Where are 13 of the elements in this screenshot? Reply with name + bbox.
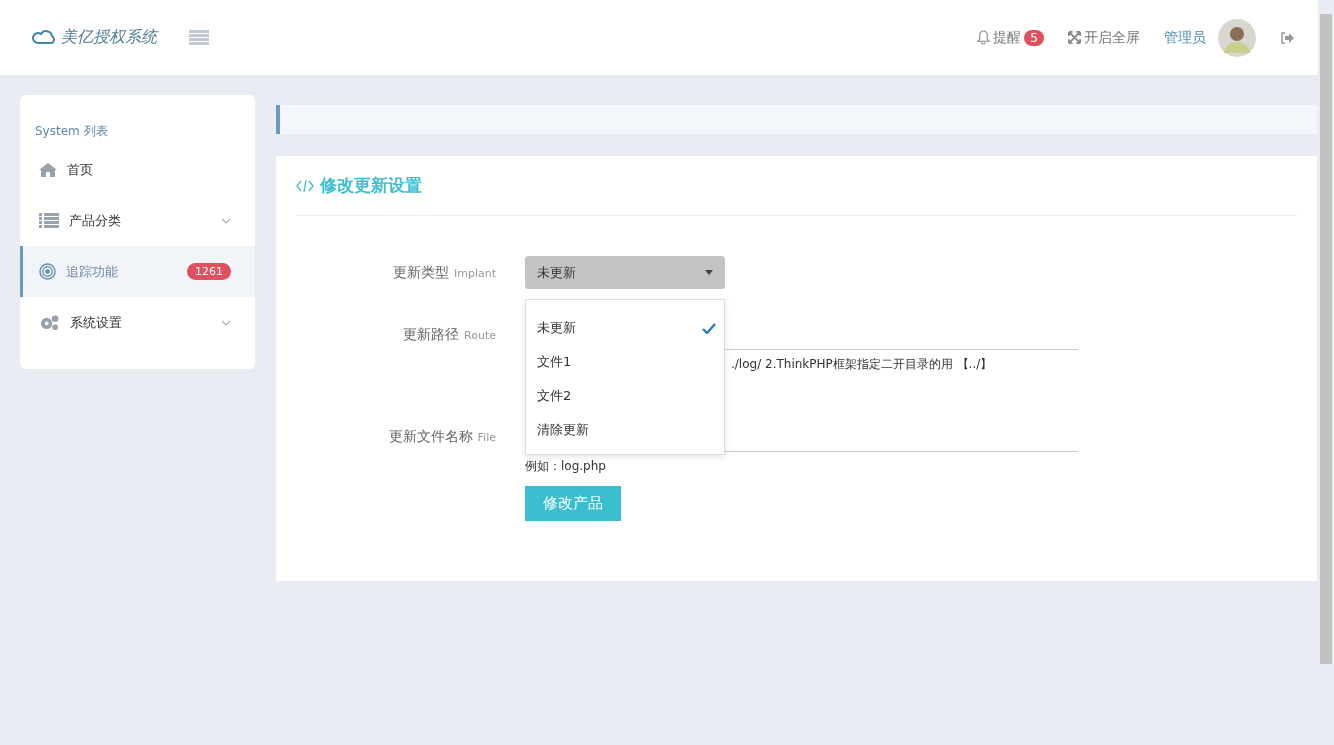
field-sublabel: File bbox=[477, 431, 496, 444]
count-badge: 1261 bbox=[187, 263, 231, 280]
field-sublabel: Implant bbox=[453, 267, 496, 280]
field-label: 更新路径 bbox=[403, 326, 460, 342]
help-text: ./log/ 2.ThinkPHP框架指定二开目录的用 【../】 bbox=[731, 356, 994, 373]
sidebar-title: System 列表 bbox=[34, 123, 109, 140]
field-label: 更新文件名称 bbox=[388, 428, 473, 444]
logo-text: 美亿授权系统 bbox=[61, 27, 157, 48]
panel-title: 修改更新设置 bbox=[320, 174, 422, 197]
help-text: 例如：log.php bbox=[525, 458, 607, 475]
field-label: 更新类型 bbox=[392, 264, 449, 280]
field-sublabel: Route bbox=[464, 329, 496, 342]
notification-count: 5 bbox=[1024, 29, 1044, 46]
